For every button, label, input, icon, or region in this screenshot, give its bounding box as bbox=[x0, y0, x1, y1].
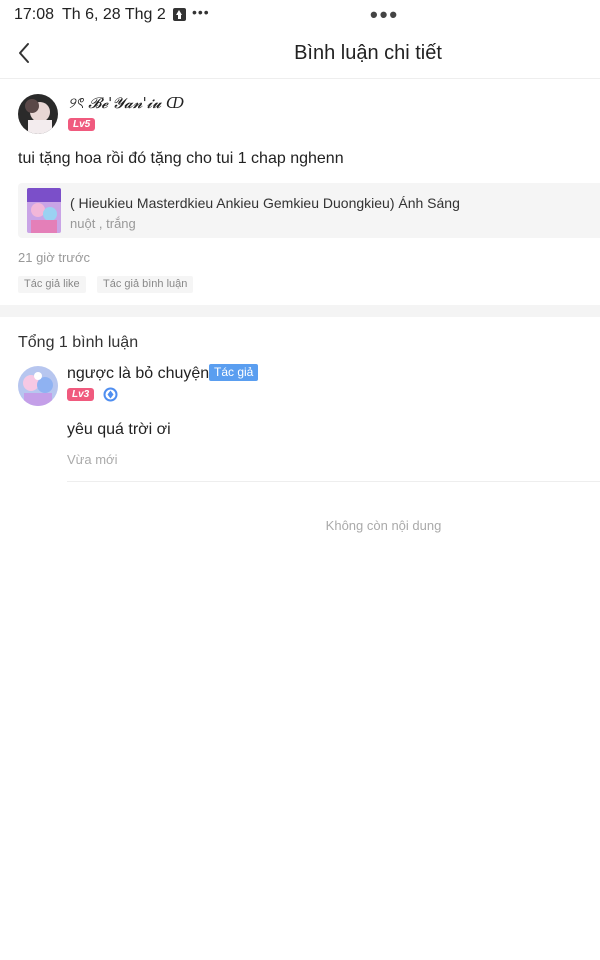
multitask-dots-icon[interactable]: ••• bbox=[370, 2, 399, 28]
book-cover-image bbox=[27, 188, 61, 233]
section-divider bbox=[0, 305, 600, 317]
reply-text: yêu quá trời ơi bbox=[67, 421, 171, 438]
comment-time: 21 giờ trước bbox=[18, 250, 90, 265]
status-bar: 17:08 Th 6, 28 Thg 2 ••• ••• bbox=[0, 0, 600, 30]
status-time: 17:08 bbox=[14, 6, 55, 23]
nav-bar: Bình luận chi tiết bbox=[0, 30, 600, 79]
total-replies: Tổng 1 bình luận bbox=[18, 334, 139, 351]
back-button[interactable] bbox=[12, 38, 40, 70]
reply-level-badge: Lv3 bbox=[67, 388, 95, 401]
more-notifications-icon: ••• bbox=[192, 4, 210, 20]
tag-author-like: Tác giả like bbox=[18, 276, 86, 293]
reply-avatar[interactable] bbox=[18, 366, 58, 406]
author-name[interactable]: ୨ৎ 𝓑𝓮'𝓨𝓪𝓷'𝓲𝓾 ↀ bbox=[68, 92, 184, 117]
reply-author-name[interactable]: ngược là bỏ chuyện bbox=[67, 365, 209, 383]
chevron-left-icon bbox=[19, 43, 29, 63]
reply-avatar-image bbox=[18, 366, 58, 406]
avatar-image bbox=[18, 94, 58, 134]
level-badge: Lv5 bbox=[68, 118, 96, 131]
comment-text: tui tặng hoa rồi đó tặng cho tui 1 chap … bbox=[18, 150, 344, 167]
author-avatar[interactable] bbox=[18, 94, 58, 134]
reply-time: Vừa mới bbox=[67, 452, 118, 467]
book-title: ( Hieukieu Masterdkieu Ankieu Gemkieu Du… bbox=[70, 195, 460, 211]
book-cover bbox=[27, 188, 61, 233]
book-card[interactable]: ( Hieukieu Masterdkieu Ankieu Gemkieu Du… bbox=[18, 183, 600, 238]
book-subtitle: nuột , trắng bbox=[70, 216, 136, 231]
reply-divider bbox=[67, 481, 600, 482]
diamond-badge-icon bbox=[103, 387, 118, 402]
author-badge: Tác giả bbox=[209, 364, 259, 381]
tag-author-comment: Tác giả bình luận bbox=[97, 276, 194, 293]
end-of-content: Không còn nội dung bbox=[325, 518, 442, 533]
upload-icon bbox=[173, 8, 186, 21]
status-date: Th 6, 28 Thg 2 bbox=[62, 6, 166, 23]
page-title: Bình luận chi tiết bbox=[294, 42, 442, 64]
